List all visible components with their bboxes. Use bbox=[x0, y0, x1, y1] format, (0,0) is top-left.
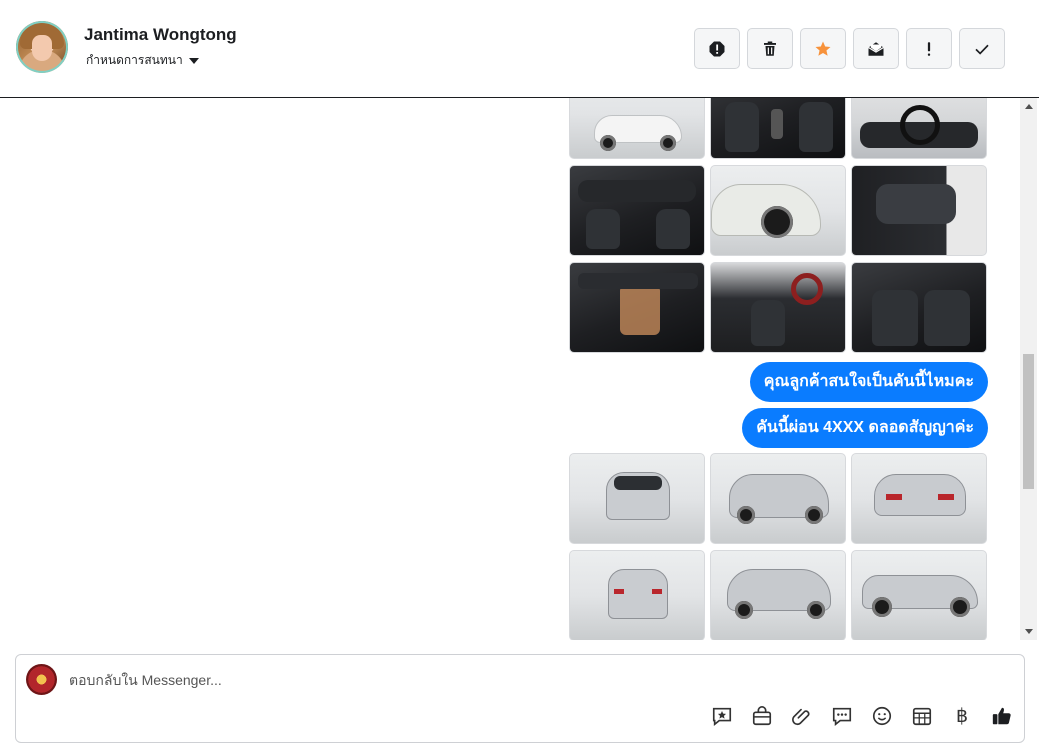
contact-avatar[interactable] bbox=[16, 21, 68, 73]
scroll-thumb[interactable] bbox=[1023, 354, 1034, 489]
scroll-up-arrow-icon[interactable] bbox=[1025, 104, 1033, 109]
conversation-header: Jantima Wongtong กำหนดการสนทนา bbox=[0, 0, 1039, 98]
car-photo[interactable] bbox=[851, 453, 987, 544]
schedule-label: กำหนดการสนทนา bbox=[86, 53, 183, 67]
important-button[interactable] bbox=[906, 28, 952, 69]
message-list[interactable]: คุณลูกค้าสนใจเป็นคันนี้ไหมคะ คันนี้ผ่อน … bbox=[0, 98, 1039, 640]
reply-composer: ฿ bbox=[15, 654, 1025, 743]
star-icon bbox=[815, 41, 831, 56]
baht-icon: ฿ bbox=[955, 705, 969, 727]
car-photo[interactable] bbox=[569, 98, 705, 159]
scroll-down-arrow-icon[interactable] bbox=[1025, 629, 1033, 634]
appointment-button[interactable] bbox=[910, 704, 934, 728]
open-envelope-icon bbox=[868, 41, 884, 56]
interior-photo[interactable] bbox=[569, 262, 705, 353]
caret-down-icon bbox=[188, 58, 199, 64]
saved-reply-icon bbox=[712, 707, 732, 726]
chat-bubble-icon bbox=[832, 707, 852, 726]
saved-reply-button[interactable] bbox=[710, 704, 734, 728]
alert-octagon-icon bbox=[709, 41, 725, 56]
table-icon bbox=[912, 707, 932, 726]
page-avatar bbox=[26, 664, 57, 695]
mark-unread-button[interactable] bbox=[853, 28, 899, 69]
paperclip-icon bbox=[792, 708, 810, 726]
interior-photo[interactable] bbox=[710, 262, 846, 353]
interior-photo[interactable] bbox=[710, 98, 846, 159]
trash-icon bbox=[764, 41, 776, 56]
interior-photo[interactable] bbox=[851, 98, 987, 159]
check-icon bbox=[975, 44, 989, 55]
payment-button[interactable]: ฿ bbox=[950, 704, 974, 728]
thumbs-up-icon bbox=[992, 707, 1011, 725]
attach-button[interactable] bbox=[790, 704, 814, 728]
interior-photo[interactable] bbox=[851, 165, 987, 256]
outgoing-message[interactable]: คันนี้ผ่อน 4XXX ดลอดสัญญาค่ะ bbox=[742, 408, 988, 448]
car-photo[interactable] bbox=[710, 453, 846, 544]
quick-replies-button[interactable] bbox=[830, 704, 854, 728]
car-photo[interactable] bbox=[710, 165, 846, 256]
image-message-group bbox=[569, 98, 987, 353]
contact-name[interactable]: Jantima Wongtong bbox=[84, 25, 237, 45]
messenger-conversation: Jantima Wongtong กำหนดการสนทนา คุณลูกค้า… bbox=[0, 0, 1039, 747]
car-photo[interactable] bbox=[710, 550, 846, 640]
done-button[interactable] bbox=[959, 28, 1005, 69]
reply-input[interactable] bbox=[69, 667, 969, 693]
like-button[interactable] bbox=[990, 704, 1014, 728]
star-button[interactable] bbox=[800, 28, 846, 69]
chat-scrollbar[interactable] bbox=[1020, 98, 1037, 640]
shop-button[interactable] bbox=[750, 704, 774, 728]
car-photo[interactable] bbox=[851, 550, 987, 640]
delete-button[interactable] bbox=[747, 28, 793, 69]
exclamation-icon bbox=[927, 41, 931, 56]
outgoing-message[interactable]: คุณลูกค้าสนใจเป็นคันนี้ไหมคะ bbox=[749, 362, 988, 402]
emoji-icon bbox=[872, 706, 892, 726]
conversation-schedule-dropdown[interactable]: กำหนดการสนทนา bbox=[86, 51, 199, 70]
emoji-button[interactable] bbox=[870, 704, 894, 728]
report-button[interactable] bbox=[694, 28, 740, 69]
shop-bag-icon bbox=[752, 706, 772, 726]
image-message-group bbox=[569, 453, 987, 640]
car-photo[interactable] bbox=[569, 453, 705, 544]
interior-photo[interactable] bbox=[569, 165, 705, 256]
interior-photo[interactable] bbox=[851, 262, 987, 353]
car-photo[interactable] bbox=[569, 550, 705, 640]
header-actions bbox=[694, 28, 1005, 69]
composer-toolbar: ฿ bbox=[710, 704, 1014, 728]
